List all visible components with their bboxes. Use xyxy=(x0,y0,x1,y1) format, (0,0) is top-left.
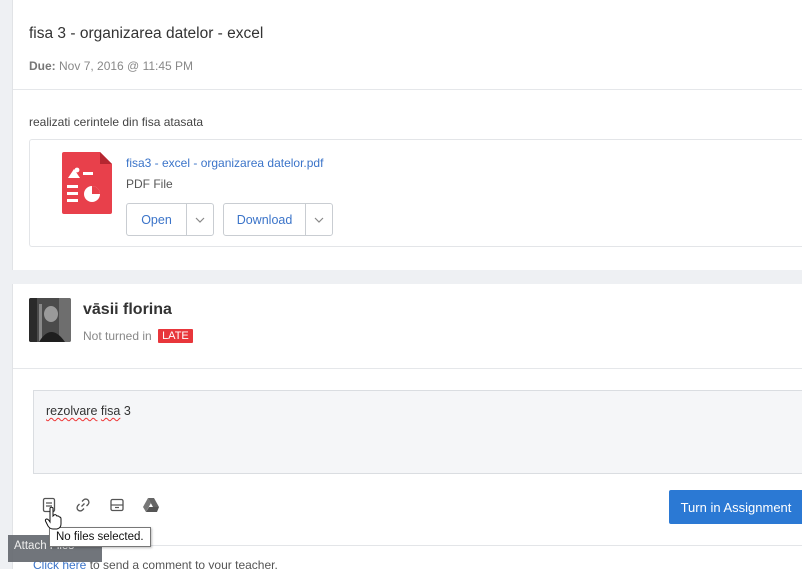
divider xyxy=(13,89,802,90)
download-split-button: Download xyxy=(223,203,333,236)
download-button[interactable]: Download xyxy=(224,204,306,235)
status-text: Not turned in xyxy=(83,329,152,343)
text-word: fisa xyxy=(100,404,121,418)
chevron-down-icon xyxy=(314,217,324,223)
open-button[interactable]: Open xyxy=(127,204,187,235)
assignment-instructions: realizati cerintele din fisa atasata xyxy=(29,115,204,129)
submission-text-area[interactable]: rezolvare fisa 3 xyxy=(33,390,802,474)
due-value: Nov 7, 2016 @ 11:45 PM xyxy=(59,59,194,73)
open-split-button: Open xyxy=(126,203,214,236)
turn-in-button[interactable]: Turn in Assignment xyxy=(669,490,802,524)
attachment-file-type: PDF File xyxy=(126,177,173,191)
assignment-title: fisa 3 - organizarea datelor - excel xyxy=(29,25,264,42)
due-label: Due: xyxy=(29,59,56,73)
attachment-box: fisa3 - excel - organizarea datelor.pdf … xyxy=(29,139,802,247)
page: fisa 3 - organizarea datelor - excel Due… xyxy=(0,0,802,569)
submission-status: Not turned in LATE xyxy=(83,329,193,343)
divider xyxy=(13,368,802,369)
due-date: Due: Nov 7, 2016 @ 11:45 PM xyxy=(29,59,193,73)
open-dropdown-toggle[interactable] xyxy=(187,204,213,235)
no-files-tooltip: No files selected. xyxy=(49,527,151,547)
text-word: 3 xyxy=(123,404,131,418)
attachment-file-link[interactable]: fisa3 - excel - organizarea datelor.pdf xyxy=(126,156,323,170)
text-word: rezolvare xyxy=(46,404,98,418)
google-drive-icon[interactable] xyxy=(141,495,161,515)
pdf-file-icon xyxy=(62,152,112,214)
avatar xyxy=(29,298,71,342)
late-badge: LATE xyxy=(158,329,193,343)
assignment-card: fisa 3 - organizarea datelor - excel Due… xyxy=(12,0,802,270)
onenote-icon[interactable] xyxy=(107,495,127,515)
student-name: vāsii florina xyxy=(83,301,172,318)
hand-cursor-icon xyxy=(44,506,62,530)
chevron-down-icon xyxy=(195,217,205,223)
download-dropdown-toggle[interactable] xyxy=(306,204,332,235)
link-icon[interactable] xyxy=(73,495,93,515)
comment-text: to send a comment to your teacher. xyxy=(89,558,278,569)
